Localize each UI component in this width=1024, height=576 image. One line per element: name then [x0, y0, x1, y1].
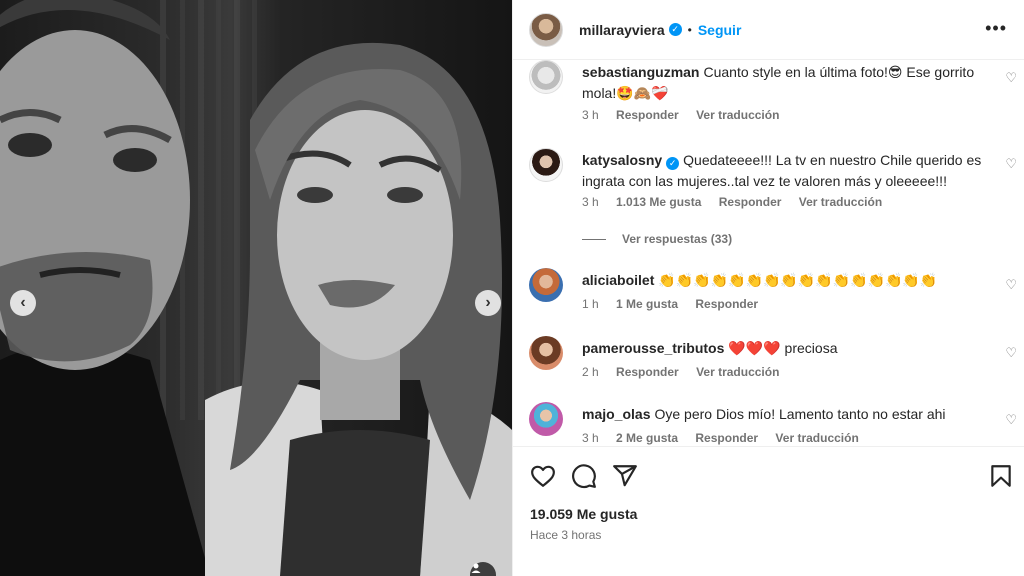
view-replies-button[interactable]: Ver respuestas (33) — [582, 232, 732, 246]
like-comment-heart-icon[interactable]: ♡ — [1005, 345, 1017, 361]
post-likes-count[interactable]: 19.059 Me gusta — [530, 506, 637, 522]
comment-username[interactable]: sebastianguzman — [582, 64, 699, 80]
comment-body: pamerousse_tributos ❤️❤️❤️ preciosa — [582, 338, 982, 359]
translate-button[interactable]: Ver traducción — [696, 108, 779, 122]
comment-avatar[interactable] — [529, 268, 563, 302]
comment-avatar[interactable] — [529, 402, 563, 436]
comment-text: 👏👏👏👏👏👏👏👏👏👏👏👏👏👏👏👏 — [658, 272, 938, 288]
view-replies-label: Ver respuestas (33) — [622, 232, 733, 246]
post-header: millarayviera ✓ • Seguir ••• — [513, 0, 1024, 60]
comment-meta: 3 h 2 Me gusta Responder Ver traducción — [582, 431, 873, 445]
next-image-button[interactable]: › — [475, 290, 501, 316]
comment-body: sebastianguzman Cuanto style en la última… — [582, 62, 982, 104]
save-bookmark-icon[interactable] — [988, 463, 1014, 489]
like-heart-icon[interactable] — [530, 463, 556, 489]
comment-likes[interactable]: 1.013 Me gusta — [616, 195, 701, 209]
translate-button[interactable]: Ver traducción — [696, 365, 779, 379]
comment-time: 3 h — [582, 108, 599, 122]
comment-username[interactable]: aliciaboilet — [582, 272, 654, 288]
follow-button[interactable]: Seguir — [698, 22, 742, 38]
separator-dot: • — [687, 22, 692, 37]
photo-image — [0, 0, 512, 576]
comment-username[interactable]: pamerousse_tributos — [582, 340, 724, 356]
share-paper-plane-icon[interactable] — [612, 463, 638, 489]
chevron-left-icon: ‹ — [20, 294, 26, 311]
reply-button[interactable]: Responder — [695, 297, 758, 311]
comment-meta: 2 h Responder Ver traducción — [582, 365, 793, 379]
comment-time: 1 h — [582, 297, 599, 311]
comment-body: majo_olas Oye pero Dios mío! Lamento tant… — [582, 404, 982, 425]
comment-time: 3 h — [582, 195, 599, 209]
reply-button[interactable]: Responder — [616, 365, 679, 379]
comment-avatar[interactable] — [529, 60, 563, 94]
comments-list: sebastianguzman Cuanto style en la última… — [513, 60, 1024, 446]
comment-avatar[interactable] — [529, 336, 563, 370]
comment-text: ❤️❤️❤️ preciosa — [728, 340, 838, 356]
previous-image-button[interactable]: ‹ — [10, 290, 36, 316]
comment-time: 2 h — [582, 365, 599, 379]
comment-meta: 3 h Responder Ver traducción — [582, 108, 793, 122]
verified-badge-icon: ✓ — [668, 23, 682, 36]
comment-bubble-icon[interactable] — [571, 463, 597, 489]
post-timestamp: Hace 3 horas — [530, 528, 602, 542]
comment-username[interactable]: katysalosny — [582, 152, 662, 168]
comment-avatar[interactable] — [529, 148, 563, 182]
more-options-icon[interactable]: ••• — [985, 18, 1007, 39]
like-comment-heart-icon[interactable]: ♡ — [1005, 156, 1017, 172]
like-comment-heart-icon[interactable]: ♡ — [1005, 70, 1017, 86]
reply-button[interactable]: Responder — [719, 195, 782, 209]
chevron-right-icon: › — [485, 294, 491, 311]
comment-time: 3 h — [582, 431, 599, 445]
replies-divider — [582, 238, 606, 240]
comment-text: Oye pero Dios mío! Lamento tanto no esta… — [654, 406, 946, 422]
comment-meta: 1 h 1 Me gusta Responder — [582, 297, 772, 311]
reply-button[interactable]: Responder — [616, 108, 679, 122]
comment-likes[interactable]: 1 Me gusta — [616, 297, 678, 311]
person-tag-glyph — [471, 563, 481, 573]
comment-body: aliciaboilet 👏👏👏👏👏👏👏👏👏👏👏👏👏👏👏👏 — [582, 270, 982, 291]
reply-button[interactable]: Responder — [695, 431, 758, 445]
comment-body: katysalosny ✓ Quedateeee!!! La tv en nuest… — [582, 150, 982, 192]
comment-username[interactable]: majo_olas — [582, 406, 650, 422]
comment-likes[interactable]: 2 Me gusta — [616, 431, 678, 445]
translate-button[interactable]: Ver traducción — [799, 195, 882, 209]
verified-badge-icon: ✓ — [666, 157, 680, 170]
author-username[interactable]: millarayviera — [579, 22, 665, 38]
post-actions: 19.059 Me gusta Hace 3 horas — [513, 446, 1024, 576]
like-comment-heart-icon[interactable]: ♡ — [1005, 412, 1017, 428]
author-avatar[interactable] — [529, 12, 563, 47]
comment-meta: 3 h 1.013 Me gusta Responder Ver traducc… — [582, 195, 896, 209]
translate-button[interactable]: Ver traducción — [775, 431, 858, 445]
post-details-panel: millarayviera ✓ • Seguir ••• sebastiangu… — [512, 0, 1024, 576]
like-comment-heart-icon[interactable]: ♡ — [1005, 277, 1017, 293]
post-photo: ‹ › — [0, 0, 512, 576]
